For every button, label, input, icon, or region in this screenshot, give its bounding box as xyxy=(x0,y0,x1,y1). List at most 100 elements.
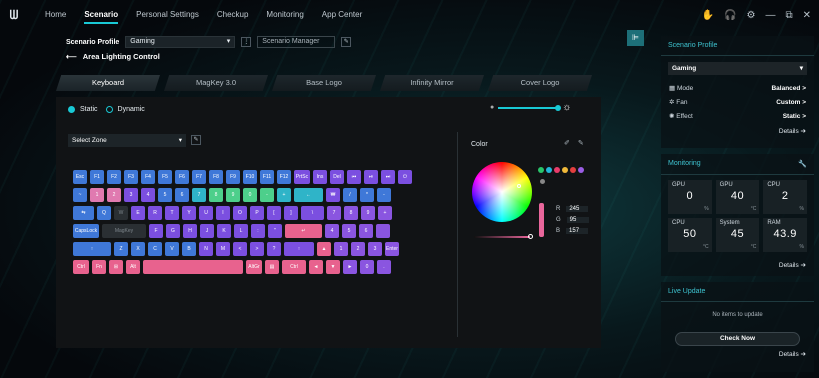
key[interactable]: ] xyxy=(284,206,298,220)
key[interactable]: 4 xyxy=(141,188,155,202)
key[interactable]: " xyxy=(268,224,282,238)
nav-checkup[interactable]: Checkup xyxy=(208,0,258,30)
key[interactable] xyxy=(143,260,243,274)
scenario-manager-button[interactable]: Scenario Manager xyxy=(257,36,336,48)
tab-cover-logo[interactable]: Cover Logo xyxy=(488,75,592,91)
key[interactable]: ⏭ xyxy=(381,170,395,184)
fan-row[interactable]: ✲ Fan Custom > xyxy=(661,95,814,109)
side-profile-select[interactable]: Gaming ▾ xyxy=(668,62,807,75)
edit-icon[interactable]: ✎ xyxy=(341,37,352,47)
color-wheel-pointer[interactable] xyxy=(517,184,521,188)
key[interactable]: H xyxy=(183,224,197,238)
key[interactable]: ▤ xyxy=(265,260,279,274)
key[interactable]: ~ xyxy=(73,188,87,202)
key[interactable]: F10 xyxy=(243,170,257,184)
brightness-slider[interactable] xyxy=(498,104,562,111)
key[interactable]: F5 xyxy=(158,170,172,184)
key[interactable]: . xyxy=(377,260,391,274)
back-arrow-icon[interactable]: ⟵ xyxy=(66,52,77,61)
key[interactable]: Ctrl xyxy=(73,260,89,274)
color-swatch[interactable] xyxy=(562,167,568,173)
key[interactable]: ⇆ xyxy=(73,206,94,220)
add-swatch-icon[interactable] xyxy=(540,179,545,184)
b-input[interactable]: 157 xyxy=(566,227,589,234)
key[interactable]: C xyxy=(148,242,162,256)
key[interactable]: ◄ xyxy=(309,260,323,274)
key[interactable]: PrtSc xyxy=(294,170,310,184)
hand-icon[interactable]: ✋ xyxy=(702,10,714,21)
r-input[interactable]: 245 xyxy=(566,205,589,212)
key[interactable]: F2 xyxy=(107,170,121,184)
key[interactable]: / xyxy=(343,188,357,202)
key[interactable]: 7 xyxy=(192,188,206,202)
key[interactable]: + xyxy=(277,188,291,202)
key[interactable]: 0 xyxy=(243,188,257,202)
g-input[interactable]: 95 xyxy=(566,216,589,223)
key[interactable]: V xyxy=(165,242,179,256)
edit-icon[interactable]: ✎ xyxy=(578,139,584,147)
key[interactable]: F9 xyxy=(226,170,240,184)
eyedropper-icon[interactable]: ✐ xyxy=(564,139,570,147)
key[interactable]: B xyxy=(182,242,196,256)
key[interactable]: F11 xyxy=(260,170,274,184)
key[interactable]: ₩ xyxy=(326,188,340,202)
key[interactable]: ⏻ xyxy=(398,170,412,184)
key[interactable]: Q xyxy=(97,206,111,220)
key[interactable]: Ins xyxy=(313,170,327,184)
key[interactable]: ⏯ xyxy=(364,170,378,184)
key[interactable]: 9 xyxy=(226,188,240,202)
key[interactable]: Z xyxy=(114,242,128,256)
check-now-button[interactable]: Check Now xyxy=(675,332,800,346)
key[interactable]: ? xyxy=(267,242,281,256)
static-radio[interactable] xyxy=(68,106,75,113)
key[interactable]: MagKey xyxy=(102,224,146,238)
profile-select[interactable]: Gaming ▾ xyxy=(125,36,236,48)
key[interactable]: 1 xyxy=(334,242,348,256)
nav-home[interactable]: Home xyxy=(36,0,75,30)
key[interactable]: 2 xyxy=(107,188,121,202)
key[interactable]: 8 xyxy=(209,188,223,202)
key[interactable]: ▼ xyxy=(326,260,340,274)
key[interactable]: E xyxy=(131,206,145,220)
nav-scenario[interactable]: Scenario xyxy=(75,0,127,30)
zone-select[interactable]: Select Zone ▾ xyxy=(68,134,186,147)
key[interactable]: - xyxy=(377,188,391,202)
key[interactable]: Y xyxy=(182,206,196,220)
monitoring-details-link[interactable]: Details ➔ xyxy=(661,257,814,273)
key[interactable]: O xyxy=(233,206,247,220)
key[interactable]: \ xyxy=(301,206,324,220)
key[interactable]: 5 xyxy=(342,224,356,238)
key[interactable]: 9 xyxy=(361,206,375,220)
key[interactable]: [ xyxy=(267,206,281,220)
dynamic-radio[interactable] xyxy=(105,106,113,113)
key[interactable]: 2 xyxy=(351,242,365,256)
key[interactable]: Esc xyxy=(73,170,87,184)
nav-monitoring[interactable]: Monitoring xyxy=(257,0,312,30)
key[interactable]: Del xyxy=(330,170,344,184)
key[interactable]: ⏮ xyxy=(347,170,361,184)
key[interactable]: F1 xyxy=(90,170,104,184)
key[interactable]: F3 xyxy=(124,170,138,184)
key[interactable]: Fn xyxy=(92,260,106,274)
color-swatch[interactable] xyxy=(554,167,560,173)
nav-app-center[interactable]: App Center xyxy=(313,0,371,30)
key[interactable]: 5 xyxy=(158,188,172,202)
key[interactable]: P xyxy=(250,206,264,220)
key[interactable]: : xyxy=(251,224,265,238)
key[interactable]: * xyxy=(360,188,374,202)
key[interactable]: 8 xyxy=(344,206,358,220)
headset-icon[interactable]: 🎧 xyxy=(724,10,736,21)
key[interactable]: N xyxy=(199,242,213,256)
edit-zone-icon[interactable]: ✎ xyxy=(191,135,201,145)
color-wheel[interactable] xyxy=(472,162,532,222)
profile-details-link[interactable]: Details ➔ xyxy=(661,123,814,139)
key[interactable]: F4 xyxy=(141,170,155,184)
key[interactable]: CapsLock xyxy=(73,224,99,238)
key[interactable]: 4 xyxy=(325,224,339,238)
key[interactable]: 1 xyxy=(90,188,104,202)
key[interactable]: M xyxy=(216,242,230,256)
key[interactable]: 3 xyxy=(124,188,138,202)
key[interactable]: X xyxy=(131,242,145,256)
minimize-icon[interactable]: — xyxy=(765,10,775,21)
key[interactable]: F8 xyxy=(209,170,223,184)
